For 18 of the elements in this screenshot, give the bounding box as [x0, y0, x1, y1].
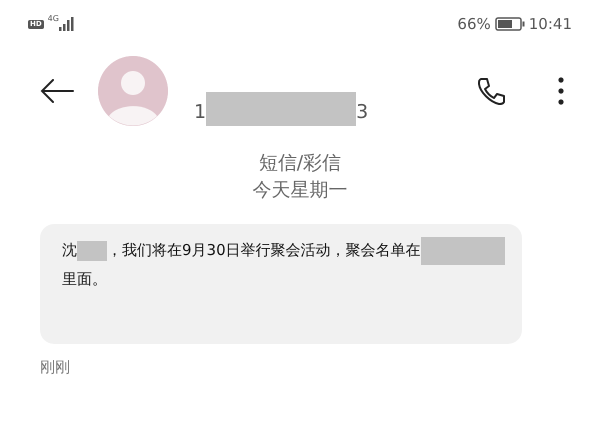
signal-icon	[58, 17, 75, 31]
date-label: 今天星期一	[252, 178, 348, 203]
message-text: 里面。	[62, 270, 107, 288]
clock: 10:41	[528, 14, 572, 35]
channel-label: 短信/彩信	[258, 151, 342, 176]
battery-percent: 66%	[457, 14, 491, 35]
avatar-icon	[98, 56, 168, 126]
more-icon[interactable]	[558, 77, 564, 105]
phone-icon[interactable]	[476, 76, 506, 106]
message-time: 刚刚	[40, 357, 71, 378]
number-digit: 3	[356, 100, 368, 123]
message-text: ，我们将在9月30日举行聚会活动，聚会名单在	[107, 241, 421, 259]
redaction-block	[77, 240, 107, 261]
message-text: 沈	[62, 241, 77, 259]
network-type: 4G	[48, 15, 59, 23]
number-digit: 1	[194, 100, 206, 123]
battery-icon	[494, 17, 525, 31]
back-icon[interactable]	[40, 79, 74, 103]
